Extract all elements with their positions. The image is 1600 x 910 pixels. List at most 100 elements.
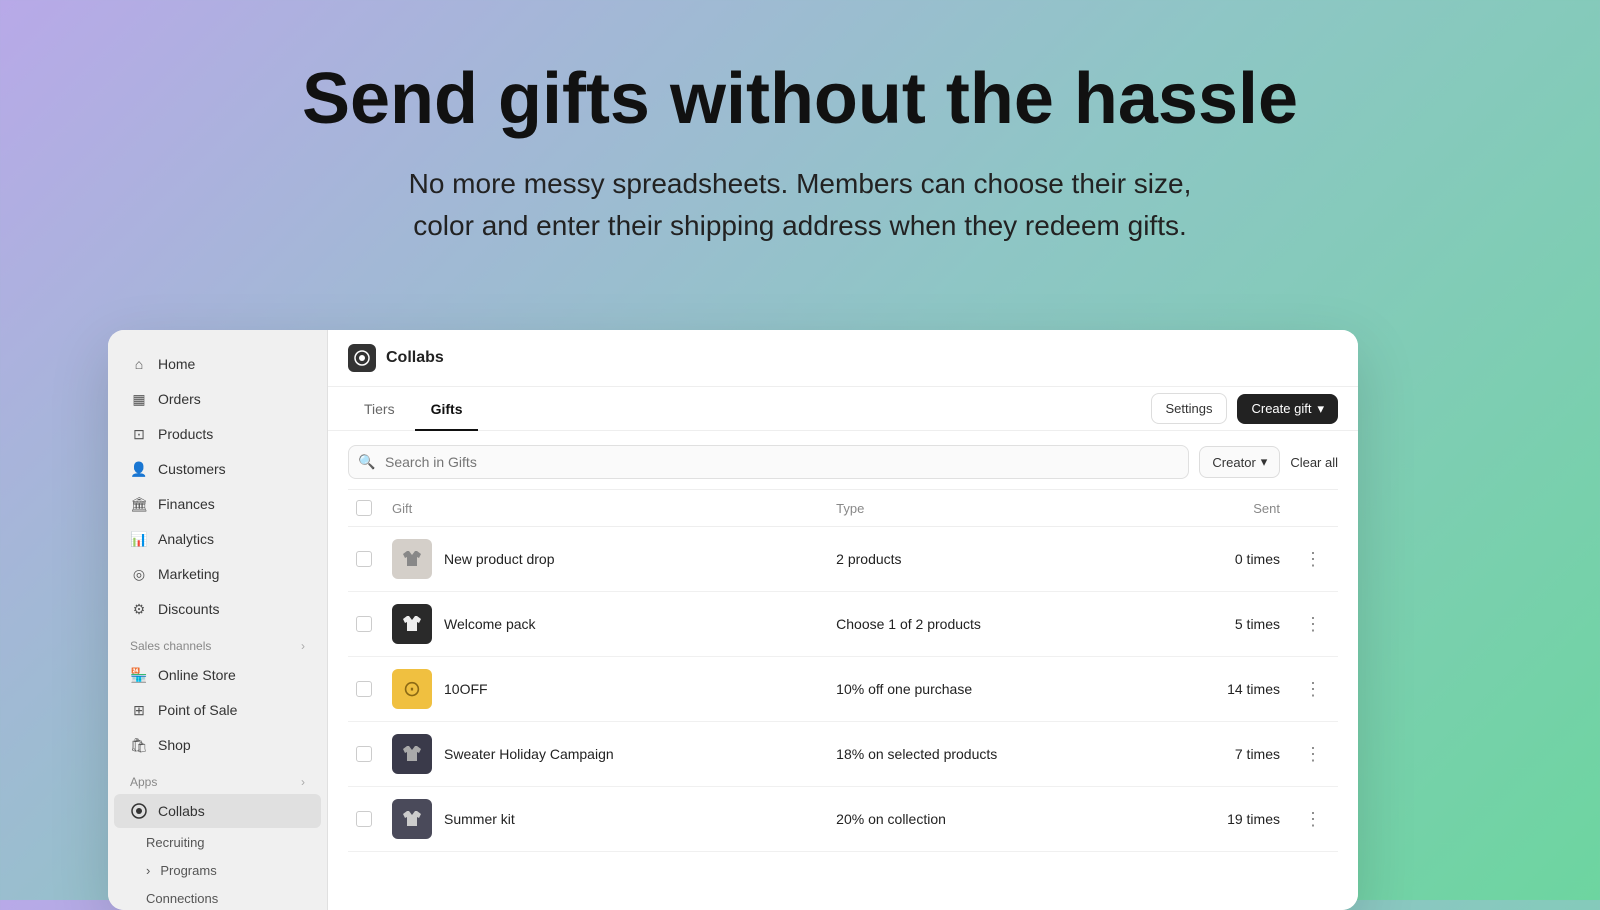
gift-thumbnail	[392, 604, 432, 644]
gift-name-cell: Welcome pack	[384, 592, 828, 657]
sidebar-item-customers[interactable]: 👤 Customers	[114, 452, 321, 486]
gift-more-button[interactable]: ⋮	[1296, 675, 1330, 704]
sidebar-item-orders[interactable]: ▦ Orders	[114, 382, 321, 416]
gift-name[interactable]: New product drop	[444, 551, 555, 567]
sidebar-sub-programs[interactable]: › Programs	[114, 857, 321, 884]
gift-name[interactable]: Sweater Holiday Campaign	[444, 746, 614, 762]
search-input[interactable]	[348, 445, 1189, 479]
gift-name[interactable]: 10OFF	[444, 681, 488, 697]
discounts-icon: ⚙	[130, 600, 148, 618]
gift-type-cell: 20% on collection	[828, 787, 1159, 852]
select-all-checkbox[interactable]	[356, 500, 372, 516]
gift-name-cell: New product drop	[384, 527, 828, 592]
gift-thumbnail	[392, 799, 432, 839]
sidebar-item-discounts[interactable]: ⚙ Discounts	[114, 592, 321, 626]
row-checkbox-4[interactable]	[356, 811, 372, 827]
gift-type-cell: 2 products	[828, 527, 1159, 592]
creator-filter-chevron: ▾	[1261, 454, 1268, 470]
gift-actions-cell: ⋮	[1288, 657, 1338, 722]
gift-actions-cell: ⋮	[1288, 527, 1338, 592]
tab-actions: Settings Create gift ▾	[1151, 393, 1339, 424]
row-checkbox-cell	[348, 722, 384, 787]
top-bar: Collabs	[328, 330, 1358, 387]
sidebar-item-pos[interactable]: ⊞ Point of Sale	[114, 693, 321, 727]
sidebar-item-finances[interactable]: 🏛 Finances	[114, 487, 321, 521]
gift-more-button[interactable]: ⋮	[1296, 545, 1330, 574]
hero-subtitle: No more messy spreadsheets. Members can …	[350, 163, 1250, 247]
gift-name[interactable]: Welcome pack	[444, 616, 536, 632]
gift-more-button[interactable]: ⋮	[1296, 740, 1330, 769]
sidebar-item-shop[interactable]: 🛍 Shop	[114, 728, 321, 762]
row-checkbox-cell	[348, 527, 384, 592]
sidebar-item-online-store[interactable]: 🏪 Online Store	[114, 658, 321, 692]
collabs-icon	[130, 802, 148, 820]
marketing-icon: ◎	[130, 565, 148, 583]
gift-sent-cell: 7 times	[1159, 722, 1288, 787]
analytics-icon: 📊	[130, 530, 148, 548]
gifts-table: Gift Type Sent	[348, 490, 1338, 852]
tab-tiers[interactable]: Tiers	[348, 387, 411, 431]
gift-column-header: Gift	[384, 490, 828, 527]
apps-chevron[interactable]: ›	[301, 775, 305, 789]
row-checkbox-cell	[348, 787, 384, 852]
gift-thumbnail	[392, 734, 432, 774]
settings-button[interactable]: Settings	[1151, 393, 1228, 424]
sidebar-item-marketing[interactable]: ◎ Marketing	[114, 557, 321, 591]
gift-actions-cell: ⋮	[1288, 787, 1338, 852]
gift-actions-cell: ⋮	[1288, 592, 1338, 657]
sidebar-item-analytics[interactable]: 📊 Analytics	[114, 522, 321, 556]
app-name: Collabs	[386, 349, 444, 367]
sidebar-item-collabs[interactable]: Collabs	[114, 794, 321, 828]
table-row: ⊙ 10OFF 10% off one purchase 14 times ⋮	[348, 657, 1338, 722]
clear-all-button[interactable]: Clear all	[1290, 455, 1338, 470]
row-checkbox-2[interactable]	[356, 681, 372, 697]
chevron-down-icon: ▾	[1317, 401, 1324, 417]
gift-name-cell: ⊙ 10OFF	[384, 657, 828, 722]
row-checkbox-1[interactable]	[356, 616, 372, 632]
sidebar-item-home[interactable]: ⌂ Home	[114, 347, 321, 381]
type-column-header: Type	[828, 490, 1159, 527]
table-row: Welcome pack Choose 1 of 2 products 5 ti…	[348, 592, 1338, 657]
search-input-wrap: 🔍	[348, 445, 1189, 479]
home-icon: ⌂	[130, 355, 148, 373]
select-all-header	[348, 490, 384, 527]
gift-name-cell: Sweater Holiday Campaign	[384, 722, 828, 787]
gift-name-cell: Summer kit	[384, 787, 828, 852]
gift-type-cell: 10% off one purchase	[828, 657, 1159, 722]
app-logo	[348, 344, 376, 372]
gift-more-button[interactable]: ⋮	[1296, 610, 1330, 639]
shop-icon: 🛍	[130, 736, 148, 754]
table-row: New product drop 2 products 0 times ⋮	[348, 527, 1338, 592]
pos-icon: ⊞	[130, 701, 148, 719]
sidebar-sub-recruiting[interactable]: Recruiting	[114, 829, 321, 856]
apps-section: Apps ›	[108, 763, 327, 793]
gift-type-cell: 18% on selected products	[828, 722, 1159, 787]
create-gift-button[interactable]: Create gift ▾	[1237, 394, 1338, 424]
gift-type-cell: Choose 1 of 2 products	[828, 592, 1159, 657]
online-store-icon: 🏪	[130, 666, 148, 684]
gift-name[interactable]: Summer kit	[444, 811, 515, 827]
gift-more-button[interactable]: ⋮	[1296, 805, 1330, 834]
tab-gifts[interactable]: Gifts	[415, 387, 479, 431]
sidebar-item-products[interactable]: ⊡ Products	[114, 417, 321, 451]
search-icon: 🔍	[358, 454, 375, 471]
main-content: Collabs Tiers Gifts Settings Create gift…	[328, 330, 1358, 910]
row-checkbox-cell	[348, 657, 384, 722]
finances-icon: 🏛	[130, 495, 148, 513]
gift-actions-cell: ⋮	[1288, 722, 1338, 787]
gift-sent-cell: 14 times	[1159, 657, 1288, 722]
search-filter-bar: 🔍 Creator ▾ Clear all	[348, 431, 1338, 490]
row-checkbox-0[interactable]	[356, 551, 372, 567]
sales-channels-chevron[interactable]: ›	[301, 639, 305, 653]
gift-sent-cell: 5 times	[1159, 592, 1288, 657]
row-checkbox-cell	[348, 592, 384, 657]
customers-icon: 👤	[130, 460, 148, 478]
creator-filter-button[interactable]: Creator ▾	[1199, 446, 1280, 478]
actions-column-header	[1288, 490, 1338, 527]
sidebar: ⌂ Home ▦ Orders ⊡ Products 👤 Customers 🏛…	[108, 330, 328, 910]
sidebar-sub-connections[interactable]: Connections	[114, 885, 321, 910]
row-checkbox-3[interactable]	[356, 746, 372, 762]
hero-section: Send gifts without the hassle No more me…	[0, 0, 1600, 287]
table-header-row: Gift Type Sent	[348, 490, 1338, 527]
products-icon: ⊡	[130, 425, 148, 443]
